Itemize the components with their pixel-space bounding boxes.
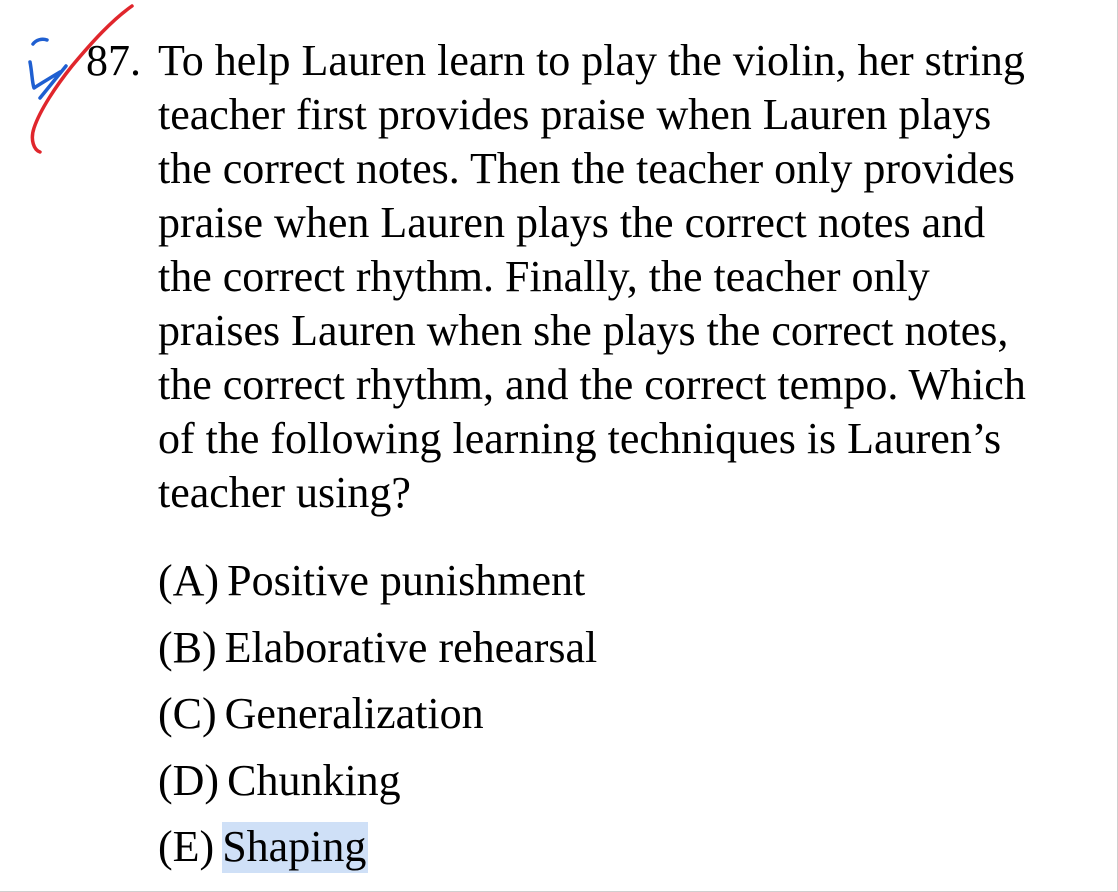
choice-text: Elaborative rehearsal [224,622,598,672]
choice-letter: (E) [158,822,215,871]
choice-text: Generalization [224,689,484,738]
choice-e[interactable]: (E) Shaping [158,818,858,885]
choice-d[interactable]: (D) Chunking [158,752,858,819]
choice-letter: (B) [158,622,217,672]
question-line: To help Lauren learn to play the violin,… [158,36,1025,85]
choice-c[interactable]: (C) Generalization [158,685,858,752]
document-page: 87. To help Lauren learn to play the vio… [0,0,1118,892]
question-stem: To help Lauren learn to play the violin,… [158,34,1108,520]
question-line: the correct rhythm, and the correct temp… [158,360,1026,409]
choice-a[interactable]: (A) Positive punishment [158,552,858,619]
question-line: the correct notes. Then the teacher only… [158,144,1015,193]
question-line: of the following learning techniques is … [158,414,1002,463]
question-line: teacher using? [158,468,411,517]
question-line: praise when Lauren plays the correct not… [158,198,986,247]
choice-letter: (C) [158,689,217,738]
question-line: the correct rhythm. Finally, the teacher… [158,252,930,301]
choice-text: Chunking [227,755,401,805]
choice-b[interactable]: (B) Elaborative rehearsal [158,619,858,686]
question-line: teacher first provides praise when Laure… [158,90,992,139]
choice-letter: (A) [158,556,220,605]
question-line: praises Lauren when she plays the correc… [158,306,1009,355]
choice-text: Positive punishment [227,556,586,605]
choice-letter: (D) [158,755,220,805]
question-number: 87. [86,36,141,85]
blue-handwritten-scribble-icon [28,37,68,100]
choice-text-highlighted: Shaping [222,822,369,873]
answer-choices: (A) Positive punishment (B) Elaborative re… [158,552,858,885]
